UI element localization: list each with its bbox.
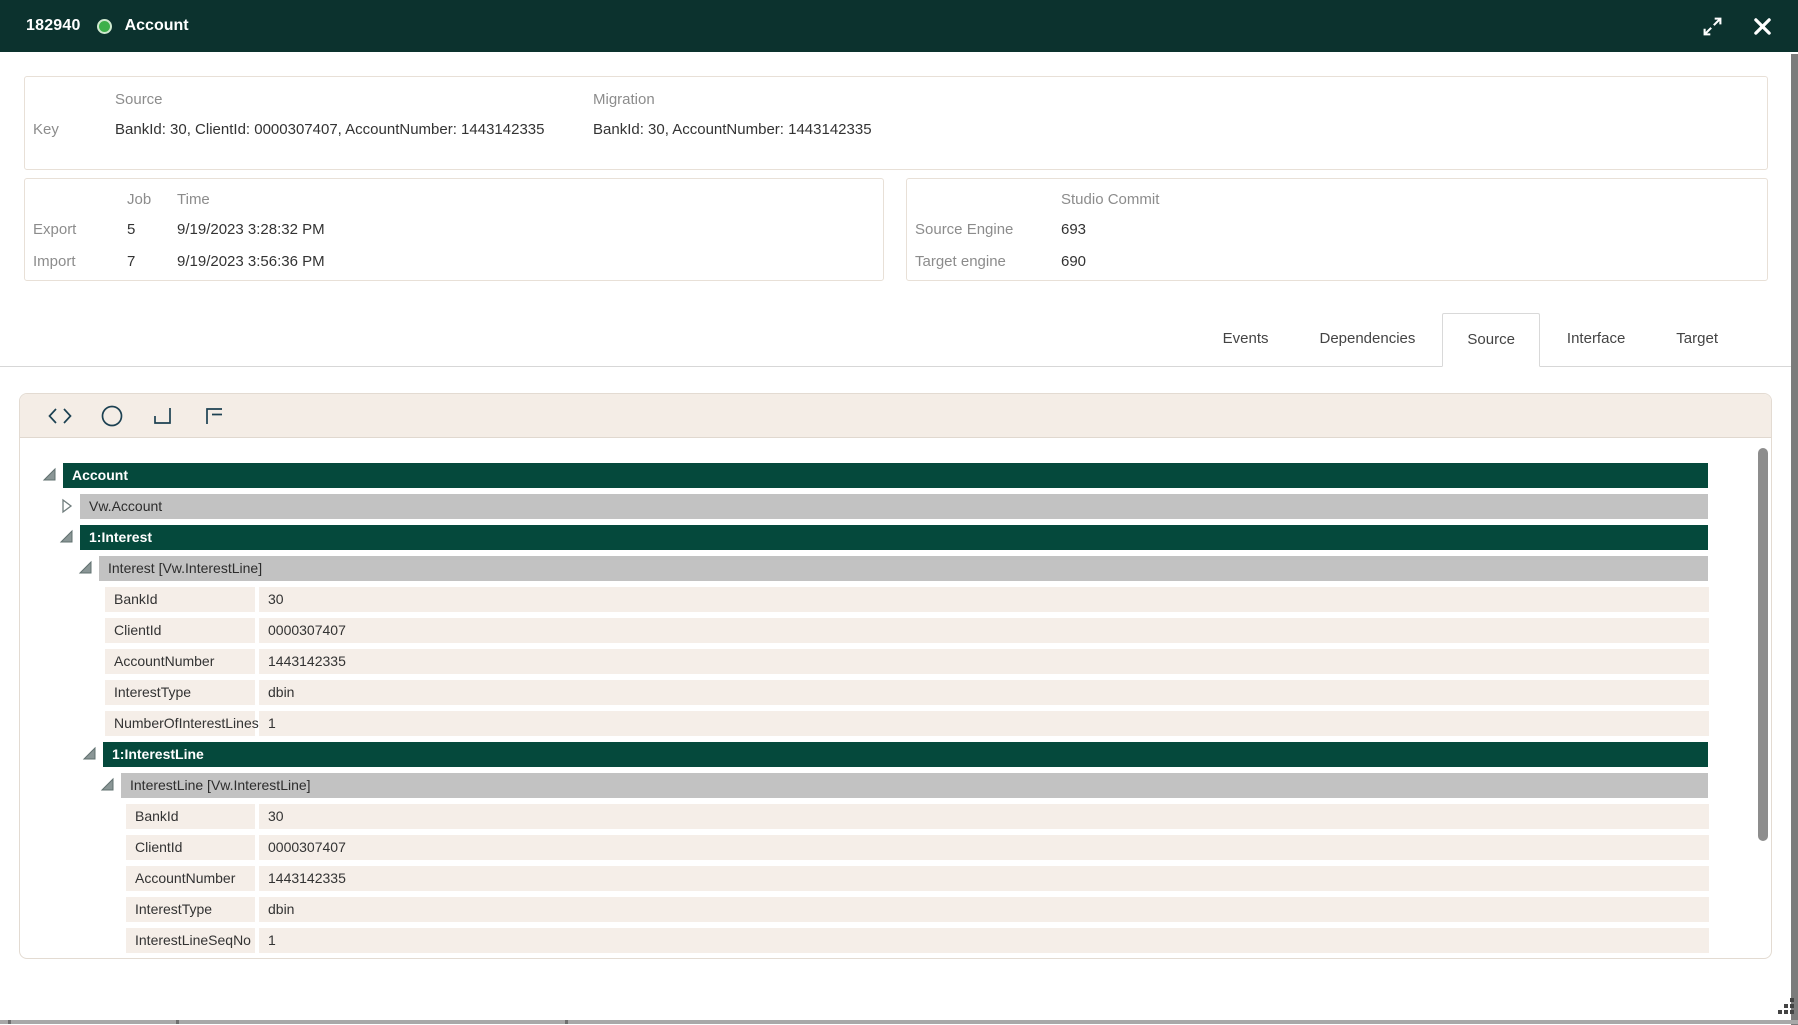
import-row-label: Import: [33, 253, 127, 285]
tree-node-label[interactable]: Vw.Account: [80, 494, 1708, 519]
key-panel: Source Migration Key BankId: 30, ClientI…: [24, 76, 1768, 170]
tree-field-row: InterestTypedbin: [20, 897, 1771, 922]
window-horizontal-scrollbar[interactable]: [0, 1020, 1798, 1024]
tree-field-row: BankId30: [20, 587, 1771, 612]
tab-interface[interactable]: Interface: [1543, 313, 1649, 366]
tree: Account Vw.Account 1:Interest Interest [Vw.…: [20, 438, 1771, 953]
window-title: Account: [125, 17, 189, 35]
key-source-value: BankId: 30, ClientId: 0000307407, Accoun…: [115, 121, 593, 169]
tree-node-row: InterestLine [Vw.InterestLine]: [20, 773, 1771, 798]
expand-arrow-icon[interactable]: [81, 745, 99, 763]
target-engine-label: Target engine: [915, 253, 1061, 285]
source-engine-label: Source Engine: [915, 221, 1061, 253]
tab-events[interactable]: Events: [1199, 313, 1293, 366]
code-icon[interactable]: [47, 404, 73, 428]
circle-icon[interactable]: [100, 404, 124, 428]
field-value[interactable]: 30: [259, 587, 1709, 612]
tree-node-row: Vw.Account: [20, 494, 1771, 519]
field-name[interactable]: BankId: [105, 587, 255, 612]
studio-commit-panel: Studio Commit Source Engine 693 Target e…: [906, 178, 1768, 281]
field-name[interactable]: NumberOfInterestLines: [105, 711, 255, 736]
resize-grip[interactable]: [1778, 998, 1794, 1014]
source-engine-value: 693: [1061, 221, 1767, 253]
tree-field-row: NumberOfInterestLines1: [20, 711, 1771, 736]
field-value[interactable]: 1443142335: [259, 866, 1709, 891]
field-value[interactable]: 30: [259, 804, 1709, 829]
column-header-source: Source: [115, 91, 593, 121]
import-time-value: 9/19/2023 3:56:36 PM: [177, 253, 883, 285]
tab-dependencies[interactable]: Dependencies: [1295, 313, 1439, 366]
field-name[interactable]: ClientId: [105, 618, 255, 643]
import-job-value: 7: [127, 253, 177, 285]
column-header-studio-commit: Studio Commit: [1061, 191, 1767, 221]
export-job-value: 5: [127, 221, 177, 253]
tree-node-row: Interest [Vw.InterestLine]: [20, 556, 1771, 581]
field-name[interactable]: InterestLineSeqNo: [126, 928, 255, 953]
record-id: 182940: [26, 17, 81, 35]
collapse-arrow-icon[interactable]: [58, 497, 76, 515]
tree-node-label[interactable]: Account: [63, 463, 1708, 488]
expand-icon[interactable]: [1702, 16, 1723, 37]
titlebar-actions: [1702, 16, 1772, 37]
column-header-job: Job: [127, 191, 177, 221]
field-value[interactable]: 0000307407: [259, 835, 1709, 860]
tab-target[interactable]: Target: [1652, 313, 1742, 366]
expand-arrow-icon[interactable]: [41, 466, 59, 484]
key-row-label: Key: [33, 121, 115, 169]
tree-node-label[interactable]: InterestLine [Vw.InterestLine]: [121, 773, 1708, 798]
field-value[interactable]: dbin: [259, 680, 1709, 705]
tree-field-row: ClientId0000307407: [20, 618, 1771, 643]
tree-node-label[interactable]: 1:Interest: [80, 525, 1708, 550]
tree-node-row: Account: [20, 463, 1771, 488]
tree-field-row: InterestTypedbin: [20, 680, 1771, 705]
tree-field-row: AccountNumber1443142335: [20, 649, 1771, 674]
tree-node-row: 1:Interest: [20, 525, 1771, 550]
corner-top-left-icon[interactable]: [202, 404, 226, 428]
jobs-panel: Job Time Export 5 9/19/2023 3:28:32 PM I…: [24, 178, 884, 281]
tab-source[interactable]: Source: [1442, 313, 1540, 367]
tree-node-row: 1:InterestLine: [20, 742, 1771, 767]
field-value[interactable]: dbin: [259, 897, 1709, 922]
target-engine-value: 690: [1061, 253, 1767, 285]
field-value[interactable]: 1: [259, 711, 1709, 736]
tree-field-row: ClientId0000307407: [20, 835, 1771, 860]
field-value[interactable]: 0000307407: [259, 618, 1709, 643]
tree-node-label[interactable]: Interest [Vw.InterestLine]: [99, 556, 1708, 581]
field-value[interactable]: 1443142335: [259, 649, 1709, 674]
tree-field-row: InterestLineSeqNo1: [20, 928, 1771, 953]
titlebar: 182940 Account: [0, 0, 1798, 52]
export-time-value: 9/19/2023 3:28:32 PM: [177, 221, 883, 253]
field-name[interactable]: ClientId: [126, 835, 255, 860]
tree-field-row: AccountNumber1443142335: [20, 866, 1771, 891]
expand-arrow-icon[interactable]: [58, 528, 76, 546]
export-row-label: Export: [33, 221, 127, 253]
expand-arrow-icon[interactable]: [77, 559, 95, 577]
field-name[interactable]: AccountNumber: [105, 649, 255, 674]
key-migration-value: BankId: 30, AccountNumber: 1443142335: [593, 121, 1767, 169]
field-name[interactable]: BankId: [126, 804, 255, 829]
tab-strip: EventsDependenciesSourceInterfaceTarget: [0, 313, 1792, 367]
field-name[interactable]: AccountNumber: [126, 866, 255, 891]
window-vertical-scrollbar[interactable]: [1791, 54, 1798, 1025]
expand-arrow-icon[interactable]: [99, 776, 117, 794]
field-name[interactable]: InterestType: [126, 897, 255, 922]
tree-field-row: BankId30: [20, 804, 1771, 829]
column-header-migration: Migration: [593, 91, 1767, 121]
tree-toolbar: [20, 394, 1771, 438]
field-name[interactable]: InterestType: [105, 680, 255, 705]
field-value[interactable]: 1: [259, 928, 1709, 953]
column-header-time: Time: [177, 191, 883, 221]
tree-node-label[interactable]: 1:InterestLine: [103, 742, 1708, 767]
close-icon[interactable]: [1753, 17, 1772, 36]
status-dot-icon: [97, 19, 112, 34]
source-tree-panel: Account Vw.Account 1:Interest Interest [Vw.…: [19, 393, 1772, 959]
tree-vertical-scrollbar[interactable]: [1758, 448, 1768, 841]
corner-bottom-right-icon[interactable]: [151, 404, 175, 428]
